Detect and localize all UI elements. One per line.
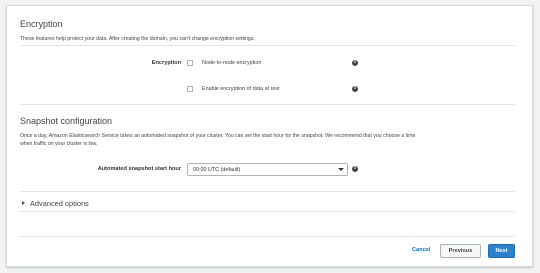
next-button[interactable]: Next xyxy=(488,244,515,258)
node-to-node-encryption-label[interactable]: Node-to-node encryption xyxy=(202,60,261,66)
section-divider xyxy=(20,191,515,192)
encryption-section-description: These features help protect your data. A… xyxy=(20,36,255,42)
snapshot-start-hour-label: Automated snapshot start hour xyxy=(97,166,181,172)
encryption-divider xyxy=(20,45,515,46)
section-divider xyxy=(20,104,515,105)
snapshot-section-description: Once a day, Amazon Elasticsearch Service… xyxy=(20,132,520,148)
footer-divider xyxy=(20,236,515,237)
info-icon[interactable]: i xyxy=(352,86,358,92)
node-to-node-encryption-checkbox[interactable] xyxy=(187,60,193,66)
section-divider xyxy=(20,211,515,212)
page-background: Encryption These features help protect y… xyxy=(0,0,540,273)
snapshot-start-hour-select[interactable]: 00:00 UTC (default) xyxy=(187,163,348,176)
advanced-options-toggle[interactable]: Advanced options xyxy=(30,199,89,208)
info-icon[interactable]: i xyxy=(352,166,358,172)
chevron-down-icon xyxy=(338,168,344,171)
encryption-section-title: Encryption xyxy=(20,19,63,29)
encryption-at-rest-label[interactable]: Enable encryption of data at rest xyxy=(202,86,280,92)
caret-right-icon[interactable] xyxy=(22,201,25,205)
snapshot-description-line-1: Once a day, Amazon Elasticsearch Service… xyxy=(20,133,416,139)
encryption-at-rest-checkbox[interactable] xyxy=(187,86,193,92)
snapshot-section-title: Snapshot configuration xyxy=(20,116,113,126)
info-icon[interactable]: i xyxy=(352,60,358,66)
cancel-button[interactable]: Cancel xyxy=(412,247,430,253)
previous-button[interactable]: Previous xyxy=(440,244,481,258)
snapshot-description-line-2: when traffic on your cluster is low. xyxy=(20,141,98,147)
encryption-field-label: Encryption xyxy=(151,60,181,66)
snapshot-start-hour-value: 00:00 UTC (default) xyxy=(193,167,241,173)
